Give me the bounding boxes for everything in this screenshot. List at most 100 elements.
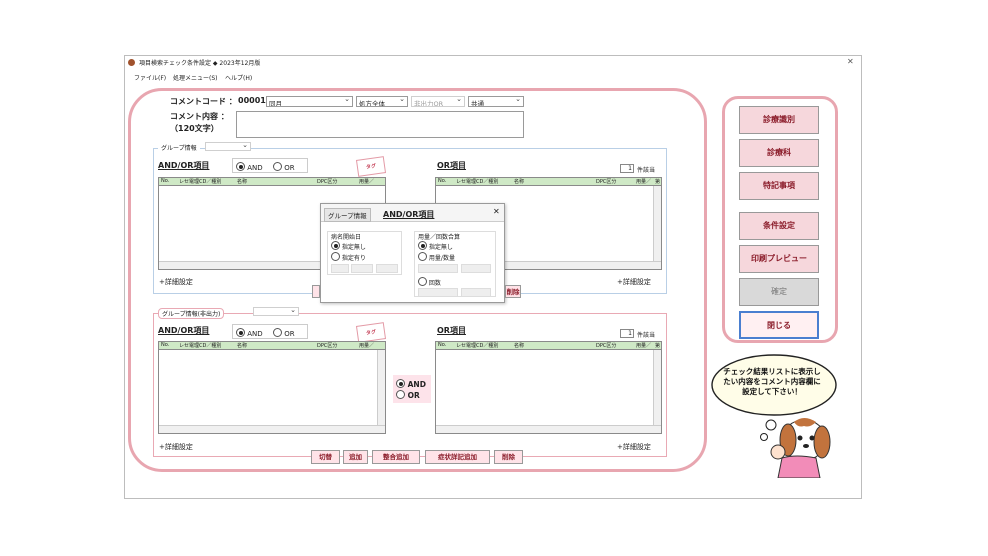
group-info-output-tag: グループ情報(非出力) <box>158 308 225 319</box>
horizontal-scrollbar[interactable] <box>436 425 661 433</box>
radio-or-top-dot <box>273 162 282 171</box>
dose-quantity-label: 用量/数量 <box>428 255 455 262</box>
radio-or-bottom[interactable]: OR <box>273 328 295 338</box>
or-title: OR項目 <box>437 161 466 170</box>
table-header: No. レセ電理CD／種別 名称 DPC区分 用量／ 第 <box>436 178 661 186</box>
onset-date-field-2[interactable] <box>351 264 373 273</box>
col-dose: 用量／ <box>636 179 652 185</box>
detail-settings-left-bottom[interactable]: +詳細設定 <box>159 442 193 452</box>
table-header: No. レセ電理CD／種別 名称 DPC区分 用量／ 第 <box>436 342 661 350</box>
col-name: 名称 <box>237 343 248 349</box>
radio-or-bottom-label: OR <box>284 330 295 338</box>
common-dropdown[interactable]: 共通 <box>468 96 524 107</box>
vertical-scrollbar[interactable] <box>653 186 661 261</box>
period-dropdown[interactable]: 同月 <box>266 96 353 107</box>
confirm-button[interactable]: 確定 <box>739 278 819 306</box>
or-title-bottom: OR項目 <box>437 326 466 335</box>
dog-mascot-icon <box>770 418 831 478</box>
comment-code-label: コメントコード ： <box>170 97 237 106</box>
count-dot <box>418 277 427 286</box>
andor-title-bottom: AND/OR項目 <box>158 326 210 335</box>
dose-none-label: 指定無し <box>428 244 453 251</box>
medical-classification-button[interactable]: 診療識別 <box>739 106 819 134</box>
window-title: 項目検索チェック条件設定 ◆ 2023年12月版 <box>139 60 261 67</box>
radio-and-bottom-label: AND <box>247 330 263 338</box>
match-count-unit-bottom: 件該当 <box>637 332 656 339</box>
popup-close-icon[interactable]: ✕ <box>493 207 500 216</box>
dose-field-2[interactable] <box>461 264 491 273</box>
onset-specified-radio[interactable]: 指定有り <box>331 252 366 262</box>
radio-and-bottom[interactable]: AND <box>236 328 263 338</box>
onset-date-field-3[interactable] <box>376 264 398 273</box>
match-count[interactable]: 1 <box>620 164 634 173</box>
scope-dropdown[interactable]: 処方全体 <box>356 96 408 107</box>
col-name: 名称 <box>237 179 248 185</box>
col-extra: 第 <box>655 343 661 349</box>
radio-or-top[interactable]: OR <box>273 162 295 172</box>
menu-process[interactable]: 処理メニュー(S) <box>173 73 218 82</box>
output-dropdown[interactable]: 非出力OR <box>411 96 465 107</box>
andor-table-bottom[interactable]: No. レセ電理CD／種別 名称 DPC区分 用量／ <box>158 341 386 434</box>
radio-and-top[interactable]: AND <box>236 162 263 172</box>
join-and-radio[interactable]: AND <box>396 379 426 389</box>
onset-date-field-1[interactable] <box>331 264 349 273</box>
dose-field-1[interactable] <box>418 264 458 273</box>
table-header: No. レセ電理CD／種別 名称 DPC区分 用量／ <box>159 178 385 186</box>
department-button[interactable]: 診療科 <box>739 139 819 167</box>
col-no: No. <box>438 342 447 348</box>
close-button[interactable]: 閉じる <box>739 311 819 339</box>
radio-and-top-label: AND <box>247 164 263 172</box>
radio-or-bottom-dot <box>273 328 282 337</box>
special-notes-button[interactable]: 特記事項 <box>739 172 819 200</box>
col-name: 名称 <box>514 179 525 185</box>
switch-button-partial[interactable] <box>312 285 320 298</box>
vertical-scrollbar[interactable] <box>377 350 385 425</box>
print-preview-button[interactable]: 印刷プレビュー <box>739 245 819 273</box>
join-and-dot <box>396 379 405 388</box>
symptom-detail-add-button[interactable]: 症状詳記追加 <box>425 450 490 464</box>
group-info-popup: グループ情報 AND/OR項目 ✕ 病名開始日 指定無し 指定有り 用量／回数合… <box>320 203 505 303</box>
close-icon[interactable]: ✕ <box>847 57 854 66</box>
dose-none-radio[interactable]: 指定無し <box>418 241 453 251</box>
condition-settings-button[interactable]: 条件設定 <box>739 212 819 240</box>
delete-button[interactable]: 削除 <box>494 450 523 464</box>
join-or-label: OR <box>407 391 420 400</box>
col-code: レセ電理CD／種別 <box>179 179 222 185</box>
popup-tab-andor[interactable]: AND/OR項目 <box>383 209 434 220</box>
count-field-1[interactable] <box>418 288 458 297</box>
join-or-dot <box>396 390 405 399</box>
col-extra: 第 <box>655 179 661 185</box>
detail-settings-right-bottom[interactable]: +詳細設定 <box>617 442 651 452</box>
switch-button[interactable]: 切替 <box>311 450 340 464</box>
onset-none-dot <box>331 241 340 250</box>
onset-none-radio[interactable]: 指定無し <box>331 241 366 251</box>
detail-settings-left[interactable]: +詳細設定 <box>159 277 193 287</box>
onset-none-label: 指定無し <box>341 244 366 251</box>
table-header: No. レセ電理CD／種別 名称 DPC区分 用量／ <box>159 342 385 350</box>
popup-tab-group-info[interactable]: グループ情報 <box>324 208 371 222</box>
delete-button-partial[interactable]: 削除 <box>505 285 521 298</box>
menu-help[interactable]: ヘルプ(H) <box>225 73 252 82</box>
join-or-radio[interactable]: OR <box>396 390 420 400</box>
comment-content-input[interactable] <box>236 111 524 138</box>
count-label: 回数 <box>428 280 441 287</box>
count-field-2[interactable] <box>461 288 491 297</box>
detail-settings-right[interactable]: +詳細設定 <box>617 277 651 287</box>
vertical-scrollbar[interactable] <box>653 350 661 425</box>
col-no: No. <box>438 178 447 184</box>
consistency-add-button[interactable]: 整合追加 <box>372 450 420 464</box>
match-count-bottom[interactable]: 1 <box>620 329 634 338</box>
horizontal-scrollbar[interactable] <box>159 425 385 433</box>
dose-quantity-dot <box>418 252 427 261</box>
group-info-dropdown[interactable] <box>205 142 251 151</box>
count-radio[interactable]: 回数 <box>418 277 441 287</box>
speech-bubble-text: チェック結果リストに表示したい内容をコメント内容欄に設定して下さい！ <box>723 367 821 396</box>
add-button[interactable]: 追加 <box>343 450 368 464</box>
menu-file[interactable]: ファイル(F) <box>134 73 166 82</box>
or-table-bottom[interactable]: No. レセ電理CD／種別 名称 DPC区分 用量／ 第 <box>435 341 662 434</box>
dose-quantity-radio[interactable]: 用量/数量 <box>418 252 455 262</box>
group-info-tag: グループ情報 <box>158 143 200 152</box>
join-and-label: AND <box>407 380 426 389</box>
group-output-dropdown[interactable] <box>253 307 299 316</box>
col-dose: 用量／ <box>636 343 652 349</box>
